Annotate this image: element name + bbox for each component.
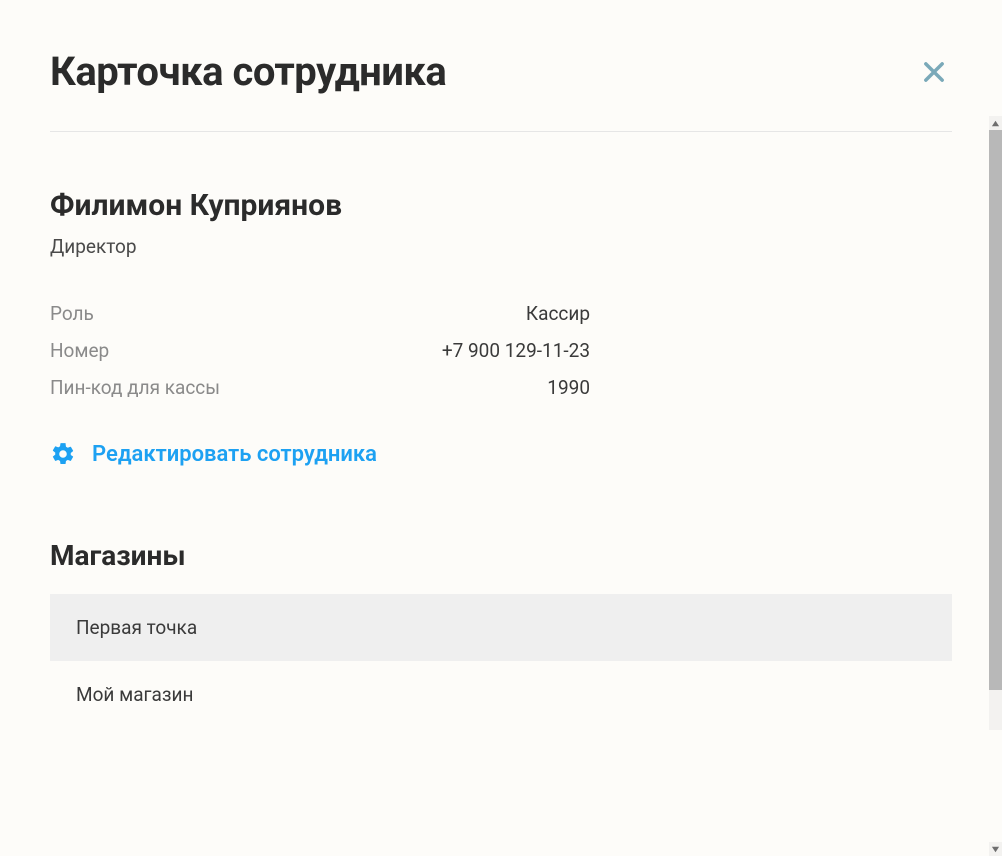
- header: Карточка сотрудника: [50, 48, 952, 132]
- employee-name: Филимон Куприянов: [50, 188, 952, 223]
- pin-value: 1990: [250, 376, 590, 399]
- store-name: Первая точка: [76, 616, 197, 639]
- store-item[interactable]: Мой магазин: [50, 661, 952, 728]
- edit-employee-label: Редактировать сотрудника: [92, 442, 377, 467]
- scrollbar-down[interactable]: [989, 842, 1002, 856]
- scrollbar-thumb[interactable]: [989, 130, 1002, 690]
- store-name: Мой магазин: [76, 683, 193, 706]
- info-row-pin: Пин-код для кассы 1990: [50, 376, 590, 399]
- employee-info: Филимон Куприянов Директор Роль Кассир Н…: [50, 188, 952, 467]
- close-icon: [920, 58, 948, 86]
- scrollbar-up[interactable]: [989, 116, 1002, 130]
- store-item[interactable]: Первая точка: [50, 594, 952, 661]
- role-value: Кассир: [250, 302, 590, 325]
- page-title: Карточка сотрудника: [50, 48, 446, 95]
- pin-label: Пин-код для кассы: [50, 376, 250, 399]
- employee-card-modal: Карточка сотрудника Филимон Куприянов Ди…: [0, 0, 1002, 856]
- employee-position: Директор: [50, 235, 952, 258]
- role-label: Роль: [50, 302, 250, 325]
- gear-icon: [50, 441, 76, 467]
- stores-title: Магазины: [50, 539, 952, 572]
- phone-label: Номер: [50, 339, 250, 362]
- close-button[interactable]: [916, 54, 952, 90]
- info-row-role: Роль Кассир: [50, 302, 590, 325]
- stores-section: Магазины Первая точка Мой магазин: [50, 539, 952, 728]
- info-row-phone: Номер +7 900 129-11-23: [50, 339, 590, 362]
- edit-employee-link[interactable]: Редактировать сотрудника: [50, 441, 952, 467]
- phone-value: +7 900 129-11-23: [250, 339, 590, 362]
